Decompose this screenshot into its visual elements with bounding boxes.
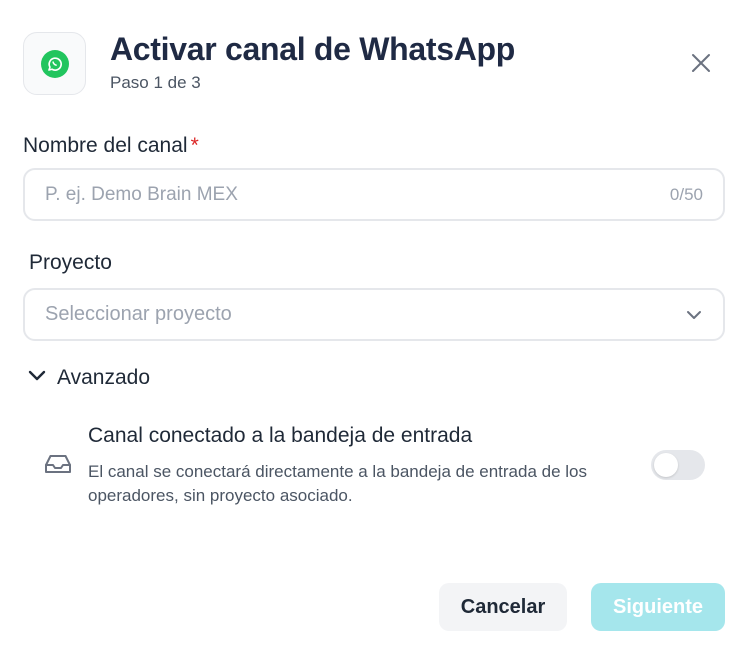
project-label: Proyecto [29,251,112,274]
inbox-option-title: Canal conectado a la bandeja de entrada [88,424,473,447]
channel-name-input[interactable] [45,183,670,206]
project-select-placeholder: Seleccionar proyecto [45,303,232,325]
advanced-toggle[interactable]: Avanzado [27,366,150,390]
close-button[interactable] [684,46,718,80]
required-mark: * [190,134,199,157]
next-button[interactable]: Siguiente [591,583,725,631]
whatsapp-icon [40,49,69,78]
toggle-knob [654,453,678,477]
channel-name-label: Nombre del canal * [23,134,199,158]
cancel-button[interactable]: Cancelar [439,583,567,631]
channel-name-label-text: Nombre del canal [23,134,188,157]
advanced-label: Avanzado [57,366,151,389]
chevron-down-icon [685,309,703,321]
project-select[interactable]: Seleccionar proyecto [23,288,725,341]
inbox-option-description: El canal se conectará directamente a la … [88,462,587,505]
inbox-toggle-switch[interactable] [651,450,705,480]
dialog-title: Activar canal de WhatsApp [110,31,516,67]
step-indicator: Paso 1 de 3 [110,73,201,92]
channel-name-field[interactable]: 0/50 [23,168,725,221]
inbox-icon [44,452,72,481]
chevron-down-icon [27,369,47,388]
close-icon [692,54,710,72]
whatsapp-logo [23,32,86,95]
character-counter: 0/50 [669,184,703,204]
